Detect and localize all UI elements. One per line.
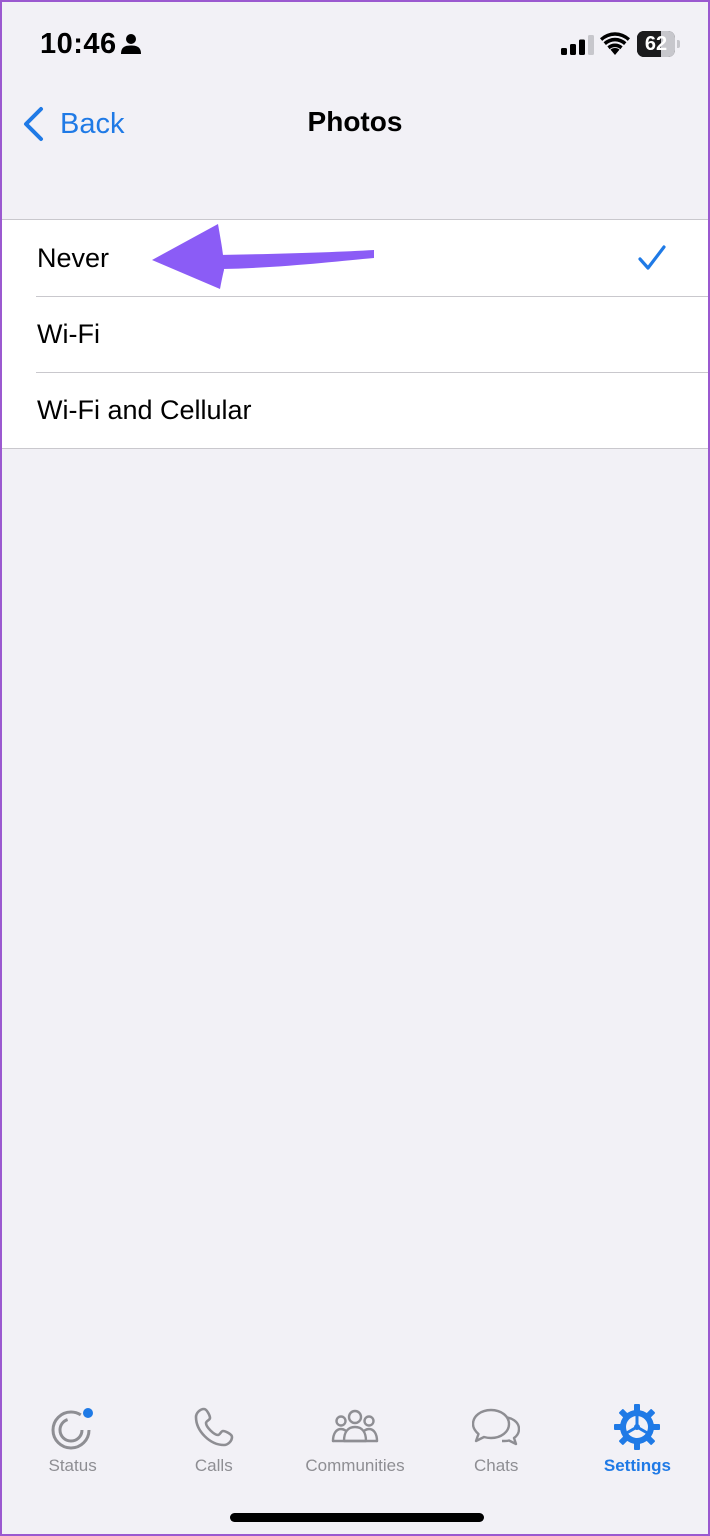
option-label: Never [37,243,110,273]
communities-icon [331,1409,379,1443]
battery-indicator: 62 [637,31,681,57]
phone-icon [194,1407,234,1447]
wifi-icon [600,32,630,55]
option-never[interactable]: Never [2,220,708,296]
cellular-signal-icon [561,35,594,55]
auto-download-options: Never Wi-Fi Wi-Fi and Cellular [2,219,708,449]
settings-gear-icon [614,1404,661,1450]
home-indicator[interactable] [230,1513,484,1522]
battery-tip [677,40,680,48]
screen: 10:46 62 Back Photos Never Wi-Fi Wi-Fi a… [0,0,710,1536]
page-title: Photos [307,106,403,137]
option-label: Wi-Fi and Cellular [37,395,252,425]
status-icon [51,1408,93,1450]
option-label: Wi-Fi [37,319,100,349]
tab-label: Status [48,1456,97,1475]
tab-communities[interactable]: Communities [284,1387,425,1487]
tab-bar: Status Calls Communities Chats Settings [2,1387,708,1487]
checkmark-icon [638,245,666,270]
tab-status[interactable]: Status [2,1387,143,1487]
battery-level: 62 [644,33,668,55]
option-wifi[interactable]: Wi-Fi [2,296,708,372]
tab-chats[interactable]: Chats [426,1387,567,1487]
person-icon [121,34,141,54]
option-wifi-and-cellular[interactable]: Wi-Fi and Cellular [2,372,708,448]
chats-icon [472,1408,521,1446]
tab-label: Calls [194,1456,233,1475]
tab-label: Settings [603,1456,671,1475]
tab-settings[interactable]: Settings [567,1387,708,1487]
status-time: 10:46 [40,28,117,60]
battery-body: 62 [637,31,675,57]
status-bar: 10:46 62 [2,2,708,86]
tab-label: Chats [474,1456,519,1475]
tab-label: Communities [305,1456,405,1475]
navigation-bar: Back Photos [2,86,708,162]
tab-calls[interactable]: Calls [143,1387,284,1487]
